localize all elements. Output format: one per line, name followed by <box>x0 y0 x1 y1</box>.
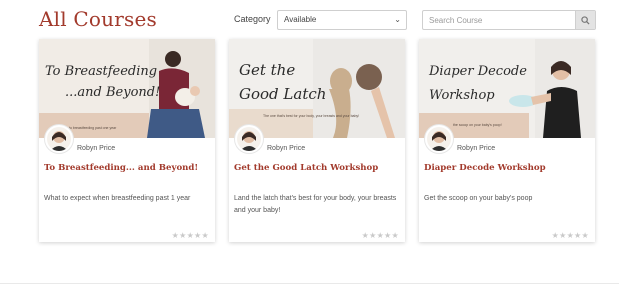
avatar <box>235 125 263 153</box>
course-title[interactable]: Diaper Decode Workshop <box>424 163 592 173</box>
search-input[interactable] <box>423 11 575 29</box>
course-banner-image[interactable]: Get the Good Latch The one that's best f… <box>229 39 405 138</box>
course-description: What to expect when breastfeeding past 1… <box>44 195 191 202</box>
chevron-down-icon: ⌄ <box>394 15 401 24</box>
course-description: Land the latch that's best for your body… <box>234 195 397 214</box>
page-title: All Courses <box>39 7 157 31</box>
course-card[interactable]: Diaper Decode Workshop the scoop on your… <box>419 39 595 242</box>
banner-text-line2: Good Latch <box>239 85 326 103</box>
category-select-value: Available <box>284 15 317 24</box>
avatar <box>45 125 73 153</box>
category-select[interactable]: Available ⌄ <box>277 10 407 30</box>
banner-caption: The one that's best for your body, your … <box>263 114 359 118</box>
search-icon <box>581 15 590 25</box>
course-banner-image[interactable]: Diaper Decode Workshop the scoop on your… <box>419 39 595 138</box>
banner-text-line1: To Breastfeeding <box>45 64 157 79</box>
course-description: Get the scoop on your baby's poop <box>424 195 533 202</box>
footer-divider <box>0 283 619 284</box>
rating-stars: ★★★★★ <box>551 231 589 240</box>
banner-text-line2: Workshop <box>429 88 495 103</box>
author-name: Robyn Price <box>267 145 306 152</box>
course-card[interactable]: Get the Good Latch The one that's best f… <box>229 39 405 242</box>
search-box <box>422 10 596 30</box>
author-name: Robyn Price <box>77 145 116 152</box>
course-title[interactable]: To Breastfeeding... and Beyond! <box>44 163 212 173</box>
banner-caption: the scoop on your baby's poop! <box>453 123 502 127</box>
avatar <box>425 125 453 153</box>
rating-stars: ★★★★★ <box>361 231 399 240</box>
course-card[interactable]: To Breastfeeding ...and Beyond! to breas… <box>39 39 215 242</box>
search-button[interactable] <box>575 11 595 29</box>
category-label: Category <box>234 14 271 24</box>
rating-stars: ★★★★★ <box>171 231 209 240</box>
banner-text-line1: Get the <box>239 61 295 79</box>
course-title[interactable]: Get the Good Latch Workshop <box>234 163 402 173</box>
course-banner-image[interactable]: To Breastfeeding ...and Beyond! to breas… <box>39 39 215 138</box>
author-name: Robyn Price <box>457 145 496 152</box>
banner-text-line2: ...and Beyond! <box>65 85 160 100</box>
banner-caption: to breastfeeding past one year <box>69 126 117 130</box>
banner-text-line1: Diaper Decode <box>428 64 527 79</box>
